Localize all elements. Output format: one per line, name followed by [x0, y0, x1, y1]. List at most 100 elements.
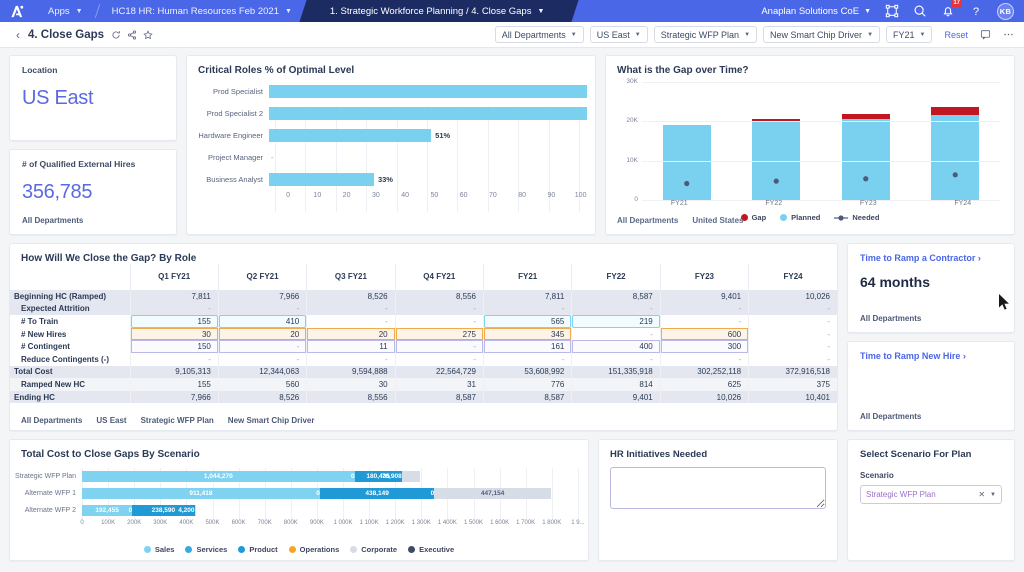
table-input-cell[interactable]: 150	[130, 340, 218, 353]
filter-all-departments[interactable]: All Departments ▼	[495, 26, 584, 43]
chevron-right-icon: ›	[963, 351, 966, 361]
table-cell: 155	[130, 378, 218, 391]
filter-strategic-wfp-plan[interactable]: Strategic WFP Plan ▼	[654, 26, 757, 43]
help-question-icon[interactable]: ?	[969, 4, 983, 18]
bar-segment-corporate	[195, 505, 196, 516]
table-input-cell[interactable]: 30	[130, 328, 218, 341]
legend-item[interactable]: Sales	[144, 545, 175, 554]
table-row-header: # Contingent	[10, 340, 130, 353]
avatar[interactable]: KB	[997, 3, 1014, 20]
star-icon[interactable]	[143, 30, 153, 40]
filter-us-east[interactable]: US East ▼	[590, 26, 648, 43]
stacked-bar[interactable]: 911,4180438,1490447,154	[82, 488, 578, 499]
stacked-bar[interactable]: 192,4550238,5904,200	[82, 505, 578, 516]
tenant-menu[interactable]: Anaplan Solutions CoE ▼	[761, 6, 871, 17]
search-icon[interactable]	[913, 4, 927, 18]
bar[interactable]	[269, 85, 587, 98]
chart-title: What is the Gap over Time?	[606, 56, 1014, 76]
legend-item[interactable]: Planned	[780, 213, 820, 222]
legend-item[interactable]: Product	[238, 545, 277, 554]
table-input-cell[interactable]: -	[218, 340, 306, 353]
scenario-label: Strategic WFP Plan	[10, 473, 82, 480]
legend-item[interactable]: Corporate	[350, 545, 397, 554]
table-input-cell[interactable]: 565	[484, 315, 572, 328]
table-column-header[interactable]	[10, 264, 130, 290]
table-cell: 814	[572, 378, 660, 391]
table-input-cell[interactable]: -	[395, 340, 483, 353]
table-input-cell[interactable]: 11	[307, 340, 395, 353]
table-column-header[interactable]: FY21	[484, 264, 572, 290]
segment-value-label: 192,455	[95, 507, 119, 514]
axis-tick-label: 1 500K	[464, 520, 483, 526]
table-input-cell[interactable]: 155	[130, 315, 218, 328]
bar[interactable]	[269, 129, 431, 142]
filter-fy21[interactable]: FY21 ▼	[886, 26, 932, 43]
table-input-cell[interactable]: 20	[307, 328, 395, 341]
apps-menu[interactable]: Apps ▼	[34, 0, 97, 22]
filter-label: All Departments	[502, 30, 566, 40]
share-icon[interactable]	[127, 30, 137, 40]
table-column-header[interactable]: Q4 FY21	[395, 264, 483, 290]
table-input-cell[interactable]: 345	[484, 328, 572, 341]
table-input-cell[interactable]: 300	[660, 340, 748, 353]
filter-label: Strategic WFP Plan	[661, 30, 739, 40]
ramp-new-hire-link[interactable]: Time to Ramp New Hire ›	[860, 351, 1002, 361]
legend-item[interactable]: Operations	[289, 545, 340, 554]
chart-title: Critical Roles % of Optimal Level	[187, 56, 595, 76]
hr-initiatives-title: HR Initiatives Needed	[610, 449, 826, 460]
table-input-cell[interactable]: 410	[218, 315, 306, 328]
chart-footer: All Departments United States	[606, 216, 754, 232]
comment-icon[interactable]	[980, 29, 991, 40]
bar-category-label: Hardware Engineer	[187, 131, 269, 140]
legend-label: Services	[196, 545, 227, 554]
legend-label: Sales	[155, 545, 175, 554]
table-input-cell[interactable]: 400	[572, 340, 660, 353]
more-options-icon[interactable]	[1003, 29, 1014, 40]
reset-button[interactable]: Reset	[944, 30, 968, 40]
table-input-cell[interactable]: 20	[218, 328, 306, 341]
table-cell: -	[130, 303, 218, 316]
ramp-cards-column: Time to Ramp a Contractor › 64 months Al…	[847, 243, 1015, 431]
table-column-header[interactable]: Q2 FY21	[218, 264, 306, 290]
hr-initiatives-input[interactable]	[610, 467, 826, 509]
notifications-bell-icon[interactable]: 17	[941, 4, 955, 18]
close-the-gap-table[interactable]: Q1 FY21Q2 FY21Q3 FY21Q4 FY21FY21FY22FY23…	[10, 264, 837, 403]
chevron-down-icon: ▼	[285, 8, 292, 15]
table-cell: -	[307, 315, 395, 328]
app-grid-icon[interactable]	[885, 4, 899, 18]
table-column-header[interactable]: FY22	[572, 264, 660, 290]
ramp-contractor-link[interactable]: Time to Ramp a Contractor ›	[860, 253, 1002, 263]
legend-item[interactable]: Needed	[834, 213, 879, 222]
page-menu[interactable]: 1. Strategic Workforce Planning / 4. Clo…	[312, 0, 566, 22]
scenario-select[interactable]: Strategic WFP Plan ✕ ▼	[860, 485, 1002, 504]
clear-x-icon[interactable]: ✕	[978, 490, 985, 499]
legend-item[interactable]: Services	[185, 545, 227, 554]
gridline	[642, 121, 1000, 122]
workspace-menu[interactable]: HC18 HR: Human Resources Feb 2021 ▼	[98, 0, 306, 22]
table-input-cell[interactable]: 275	[395, 328, 483, 341]
kpi-label: Location	[22, 65, 164, 75]
filter-new-smart-chip-driver[interactable]: New Smart Chip Driver ▼	[763, 26, 880, 43]
legend-item[interactable]: Executive	[408, 545, 454, 554]
back-chevron-icon[interactable]: ‹	[10, 28, 28, 42]
stacked-bar[interactable]: 1,044,2700180,43570,908	[82, 471, 578, 482]
table-column-header[interactable]: FY24	[749, 264, 837, 290]
axis-tick-label: 1 600K	[490, 520, 509, 526]
filter-label: FY21	[893, 30, 915, 40]
kpi-value: US East	[22, 87, 164, 110]
table-input-cell[interactable]: 600	[660, 328, 748, 341]
refresh-icon[interactable]	[111, 30, 121, 40]
table-cell: 8,556	[395, 290, 483, 303]
table-input-cell[interactable]: 161	[484, 340, 572, 353]
table-column-header[interactable]: Q1 FY21	[130, 264, 218, 290]
bar[interactable]	[269, 107, 587, 120]
kpi-label: # of Qualified External Hires	[22, 159, 164, 169]
x-axis-ticks: 0100K200K300K400K500K600K700K800K900K1 0…	[82, 520, 588, 530]
table-input-cell[interactable]: 219	[572, 315, 660, 328]
bar[interactable]	[269, 173, 374, 186]
bar-row: Project Manager-	[187, 146, 587, 168]
table-column-header[interactable]: Q3 FY21	[307, 264, 395, 290]
table-column-header[interactable]: FY23	[660, 264, 748, 290]
anaplan-logo-icon[interactable]	[0, 0, 34, 22]
bar-track: 911,4180438,1490447,154	[82, 485, 578, 502]
